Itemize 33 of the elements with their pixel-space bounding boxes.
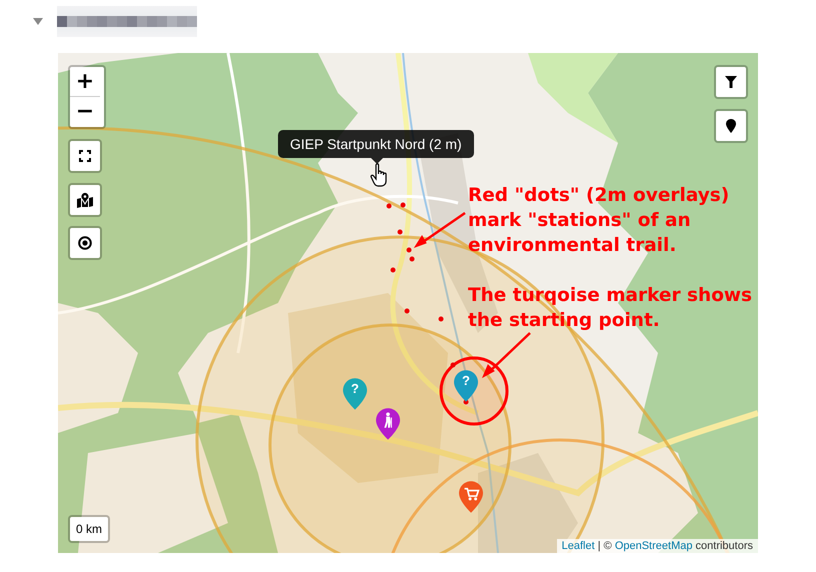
scale-bar: 0 km xyxy=(68,515,110,543)
trail-dot[interactable] xyxy=(398,230,402,234)
hiker-marker[interactable] xyxy=(376,408,400,440)
trail-dot[interactable] xyxy=(406,248,412,252)
trail-dot[interactable] xyxy=(404,308,410,314)
trail-dot[interactable] xyxy=(400,202,406,208)
map-layers-button[interactable] xyxy=(68,183,102,217)
annotation-arrow xyxy=(482,332,531,378)
target-icon xyxy=(78,236,92,250)
trail-dot[interactable] xyxy=(438,316,444,322)
trail-dot[interactable] xyxy=(450,362,456,368)
marker-tooltip: GIEP Startpunkt Nord (2 m) xyxy=(278,130,474,158)
trail-dot[interactable] xyxy=(390,268,396,272)
locate-button[interactable] xyxy=(68,226,102,260)
map-pin-icon xyxy=(726,119,736,133)
collapse-toggle-icon[interactable] xyxy=(33,17,43,25)
attribution-link[interactable]: OpenStreetMap xyxy=(614,540,692,552)
attribution-link[interactable]: Leaflet xyxy=(562,540,595,552)
fullscreen-button[interactable] xyxy=(68,139,102,173)
annotation-text: Red "dots" (2m overlays) mark "stations" of an environmental trail. xyxy=(468,184,730,258)
trail-dot[interactable] xyxy=(410,256,414,262)
attribution-text: Leaflet | © OpenStreetMap contributors xyxy=(556,539,758,553)
fullscreen-icon xyxy=(79,150,91,162)
cart-marker[interactable] xyxy=(459,481,483,513)
marker-button[interactable] xyxy=(714,109,748,143)
filter-button[interactable] xyxy=(714,65,748,99)
filter-icon xyxy=(725,76,737,88)
question-marker[interactable]: ? xyxy=(343,378,367,410)
annotation-arrow xyxy=(414,212,466,248)
question-marker[interactable]: ? xyxy=(454,370,478,402)
tooltip-pointer xyxy=(371,158,383,164)
trail-dot[interactable] xyxy=(386,204,392,208)
map-pin-icon xyxy=(77,192,93,208)
